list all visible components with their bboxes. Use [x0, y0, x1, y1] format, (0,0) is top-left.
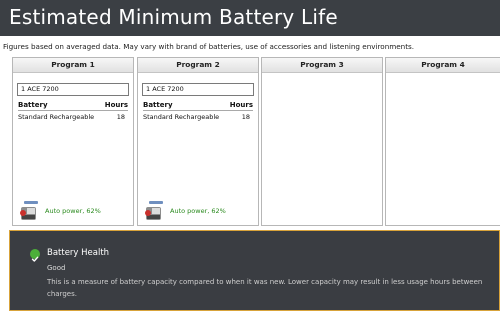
battery-meter-icon: [20, 201, 38, 220]
battery-column-header: Battery: [143, 101, 173, 109]
auto-power-label: Auto power, 62%: [170, 207, 226, 215]
battery-table: Battery Hours Standard Rechargeable 18: [18, 101, 128, 121]
program-header: Program 4: [386, 58, 500, 73]
battery-health-description: This is a measure of battery capacity co…: [47, 278, 483, 298]
battery-column-header: Battery: [18, 101, 48, 109]
table-row: Standard Rechargeable 18: [18, 111, 128, 121]
program-header: Program 2: [138, 58, 258, 73]
auto-power-indicator: Auto power, 62%: [143, 200, 226, 222]
hours-column-header: Hours: [104, 101, 128, 109]
battery-table-header: Battery Hours: [143, 101, 253, 111]
battery-type: Standard Rechargeable: [143, 113, 220, 121]
battery-hours: 18: [116, 113, 125, 121]
disclaimer-text: Figures based on averaged data. May vary…: [3, 42, 415, 51]
device-selector[interactable]: 1 ACE 7200: [17, 83, 129, 96]
program-column-2: Program 2 1 ACE 7200 Battery Hours Stand…: [137, 57, 259, 226]
battery-type: Standard Rechargeable: [18, 113, 95, 121]
battery-health-panel: Battery Health Good This is a measure of…: [9, 230, 500, 311]
auto-power-label: Auto power, 62%: [45, 207, 101, 215]
battery-health-title: Battery Health: [47, 248, 110, 258]
program-column-1: Program 1 1 ACE 7200 Battery Hours Stand…: [12, 57, 134, 226]
battery-health-status: Good: [47, 264, 66, 272]
battery-hours: 18: [241, 113, 250, 121]
auto-power-indicator: Auto power, 62%: [18, 200, 101, 222]
program-column-4: Program 4: [385, 57, 500, 226]
battery-table-header: Battery Hours: [18, 101, 128, 111]
table-row: Standard Rechargeable 18: [143, 111, 253, 121]
check-circle-icon: [30, 249, 40, 262]
program-header: Program 1: [13, 58, 133, 73]
battery-table: Battery Hours Standard Rechargeable 18: [143, 101, 253, 121]
battery-meter-icon: [145, 201, 163, 220]
program-header: Program 3: [262, 58, 382, 73]
title-bar: Estimated Minimum Battery Life: [0, 0, 500, 36]
device-selector[interactable]: 1 ACE 7200: [142, 83, 254, 96]
page-title: Estimated Minimum Battery Life: [9, 5, 338, 29]
program-column-3: Program 3: [261, 57, 383, 226]
hours-column-header: Hours: [229, 101, 253, 109]
